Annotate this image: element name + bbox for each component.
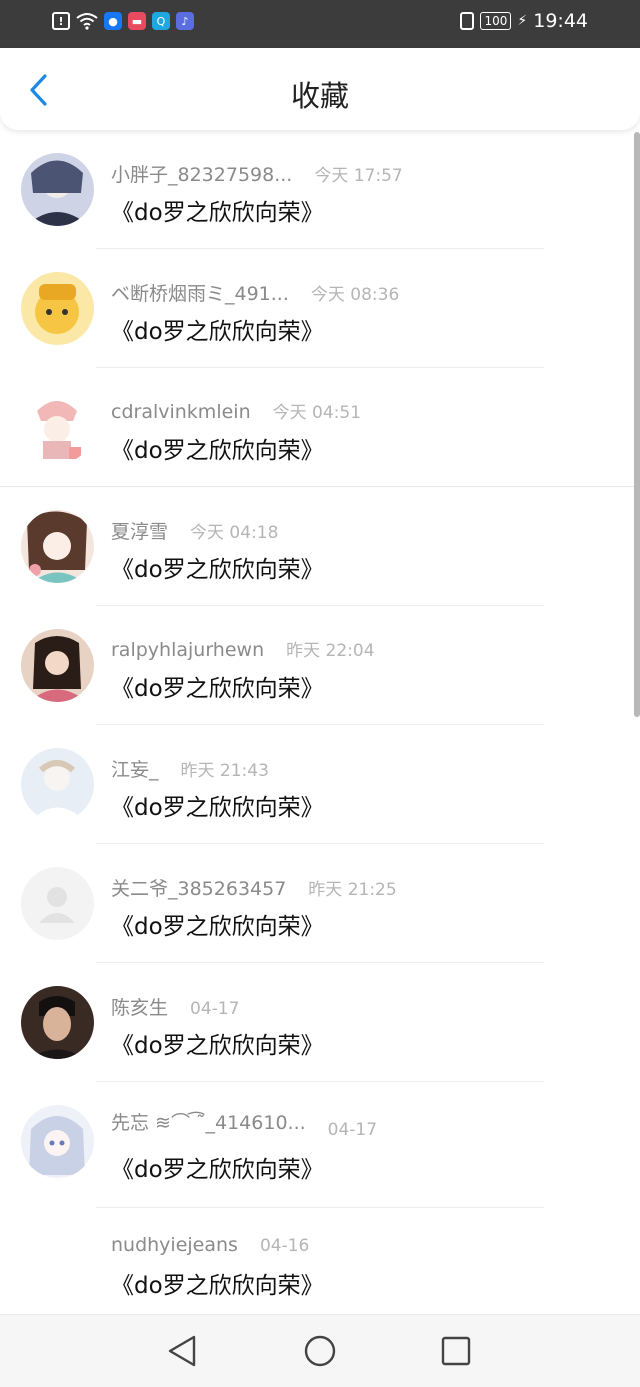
topic-title: 《do罗之欣欣向荣》 [111,1033,324,1059]
username: ralpyhlajurhewn [111,639,265,661]
timestamp: 昨天 22:04 [286,641,375,661]
status-bar: ! ● ▬ Q ♪ 100 ⚡ 19:44 [0,0,640,48]
charging-icon: ⚡ [517,13,528,29]
triangle-back-icon [168,1335,196,1367]
list-item[interactable]: 关二爷_385263457 昨天 21:25 《do罗之欣欣向荣》 [0,844,640,963]
status-time: 19:44 [533,10,588,32]
item-meta: 先忘 ≋⌒ ͡˜_414610... 04-17 [111,1108,377,1140]
app-icon-red: ▬ [128,12,146,30]
timestamp: 04-16 [259,1236,310,1256]
topic-title: 《do罗之欣欣向荣》 [111,557,324,583]
scrollbar[interactable] [634,132,640,717]
avatar [21,510,94,583]
avatar-placeholder [21,867,94,940]
list-item[interactable]: ralpyhlajurhewn 昨天 22:04 《do罗之欣欣向荣》 [0,606,640,725]
username: nudhyiejeans [111,1234,238,1256]
app-icon-blue: ● [104,12,122,30]
battery-indicator: 100 [480,12,512,30]
avatar [21,986,94,1059]
list-item[interactable]: cdralvinkmlein 今天 04:51 《do罗之欣欣向荣》 [0,368,640,487]
item-meta: 江妄_ 昨天 21:43 [111,755,269,782]
nav-back-button[interactable] [164,1333,200,1369]
item-meta: cdralvinkmlein 今天 04:51 [111,398,361,423]
topic-title: 《do罗之欣欣向荣》 [111,438,324,464]
alert-icon: ! [52,12,70,30]
topic-title: 《do罗之欣欣向荣》 [111,200,324,226]
circle-home-icon [304,1335,336,1367]
vibrate-icon [460,12,475,30]
nav-recent-button[interactable] [438,1333,474,1369]
topic-title: 《do罗之欣欣向荣》 [111,1273,324,1299]
list-item[interactable]: nudhyiejeans 04-16 《do罗之欣欣向荣》 [0,1208,640,1315]
wifi-icon [76,13,98,30]
username: 江妄_ [111,759,159,781]
item-meta: ralpyhlajurhewn 昨天 22:04 [111,636,375,661]
app-icon-music: ♪ [176,12,194,30]
avatar [21,748,94,821]
username: 关二爷_385263457 [111,878,287,900]
item-meta: 陈亥生 04-17 [111,993,239,1020]
item-meta: ベ断桥烟雨ミ_491... 今天 08:36 [111,279,399,306]
timestamp: 今天 17:57 [314,166,403,186]
timestamp: 今天 04:18 [190,523,279,543]
timestamp: 04-17 [190,999,240,1019]
username: 夏淳雪 [111,521,169,543]
square-recent-icon [441,1336,471,1366]
timestamp: 今天 04:51 [272,403,362,423]
username: 小胖子_82327598... [111,164,293,186]
system-nav-bar [0,1314,640,1387]
avatar [21,391,94,464]
list-item[interactable]: 江妄_ 昨天 21:43 《do罗之欣欣向荣》 [0,725,640,844]
app-icon-search: Q [152,12,170,30]
timestamp: 昨天 21:43 [180,761,269,781]
topic-title: 《do罗之欣欣向荣》 [111,1157,324,1183]
item-meta: nudhyiejeans 04-16 [111,1234,309,1256]
list-item[interactable]: 小胖子_82327598... 今天 17:57 《do罗之欣欣向荣》 [0,130,640,249]
list-item[interactable]: ベ断桥烟雨ミ_491... 今天 08:36 《do罗之欣欣向荣》 [0,249,640,368]
item-meta: 关二爷_385263457 昨天 21:25 [111,874,397,901]
nav-home-button[interactable] [302,1333,338,1369]
username: 先忘 ≋⌒ ͡˜_414610... [111,1112,306,1134]
username: 陈亥生 [111,997,169,1019]
avatar [21,153,94,226]
avatar [21,1105,94,1178]
topic-title: 《do罗之欣欣向荣》 [111,914,324,940]
timestamp: 今天 08:36 [310,285,400,305]
topic-title: 《do罗之欣欣向荣》 [111,319,324,345]
item-meta: 夏淳雪 今天 04:18 [111,517,278,544]
timestamp: 04-17 [327,1120,378,1140]
timestamp: 昨天 21:25 [308,880,397,900]
avatar [21,629,94,702]
status-right: 100 ⚡ 19:44 [460,10,588,32]
list-item[interactable]: 陈亥生 04-17 《do罗之欣欣向荣》 [0,963,640,1082]
avatar [21,272,94,345]
item-meta: 小胖子_82327598... 今天 17:57 [111,160,403,187]
topic-title: 《do罗之欣欣向荣》 [111,676,324,702]
list-item[interactable]: 夏淳雪 今天 04:18 《do罗之欣欣向荣》 [0,487,640,606]
list-item[interactable]: 先忘 ≋⌒ ͡˜_414610... 04-17 《do罗之欣欣向荣》 [0,1082,640,1208]
topic-title: 《do罗之欣欣向荣》 [111,795,324,821]
status-left-icons: ! ● ▬ Q ♪ [52,12,194,30]
page-title: 收藏 [290,79,349,113]
username: ベ断桥烟雨ミ_491... [111,283,289,305]
page-header: 收藏 [0,48,640,130]
favorites-list: 小胖子_82327598... 今天 17:57 《do罗之欣欣向荣》 ベ断桥烟… [0,130,640,1315]
username: cdralvinkmlein [111,401,251,423]
